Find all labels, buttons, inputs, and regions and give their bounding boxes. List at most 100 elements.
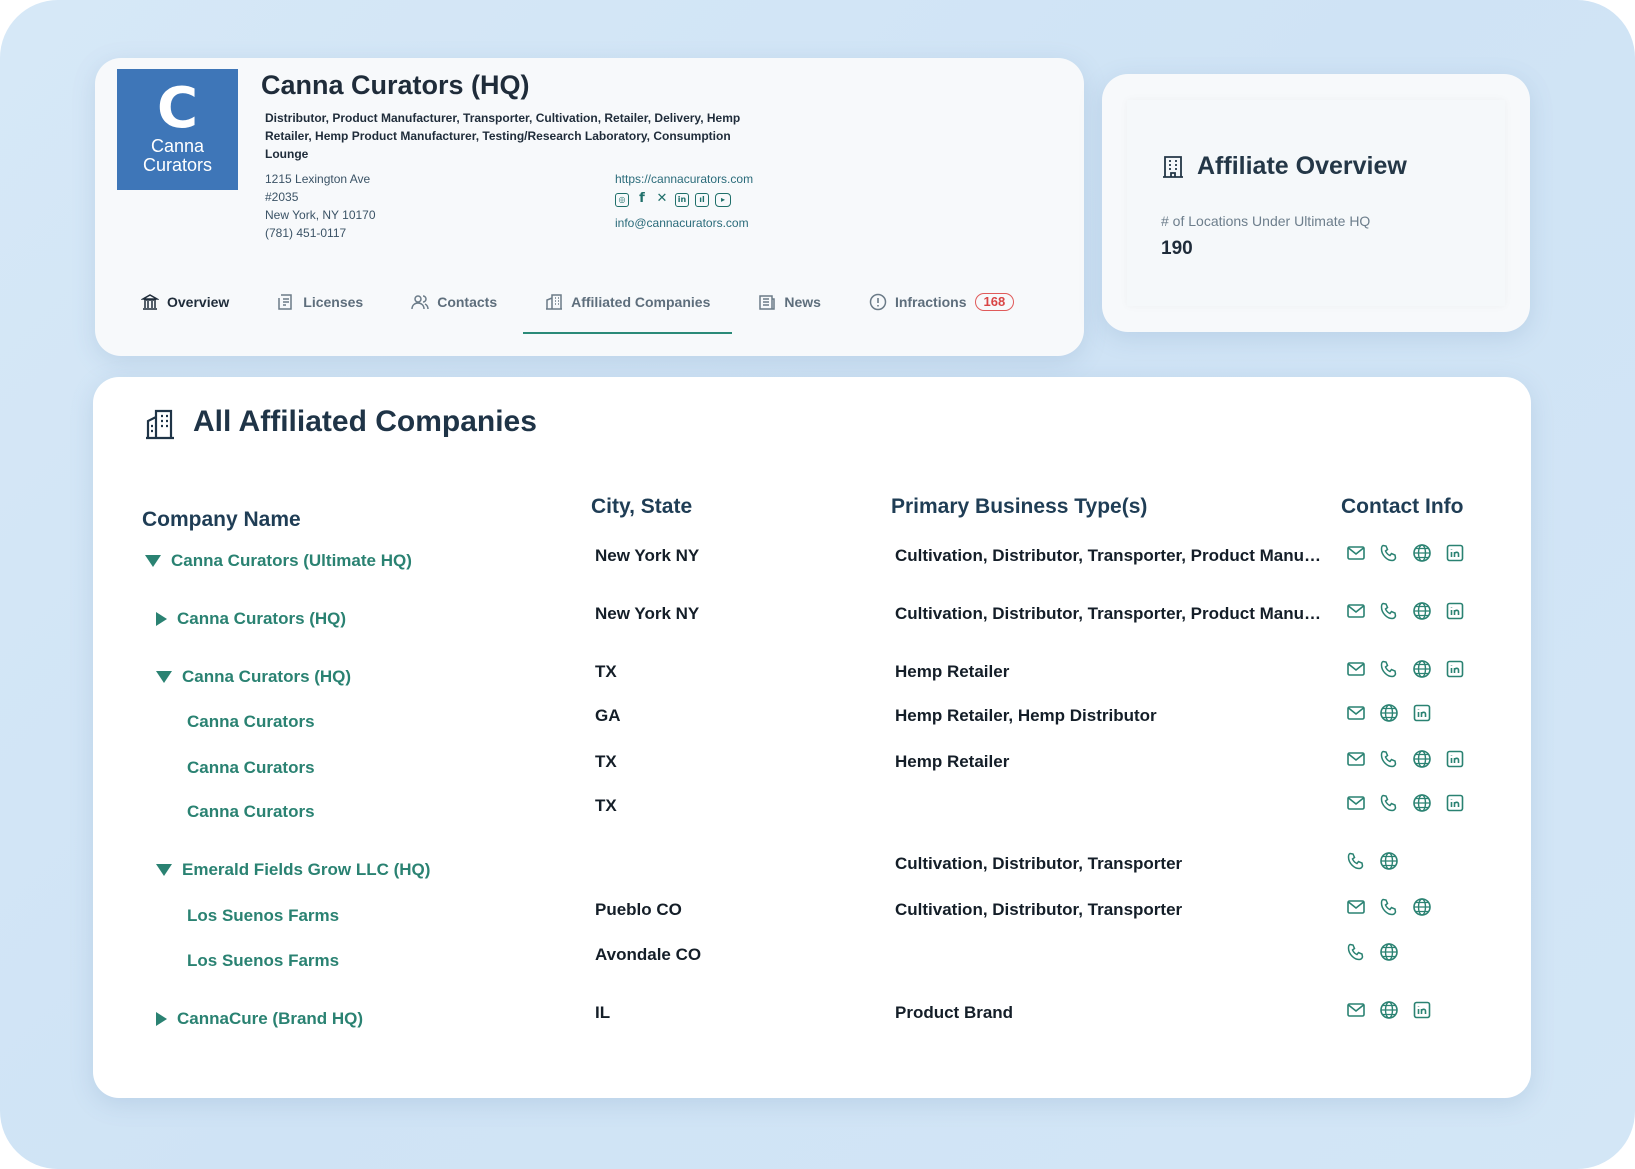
globe-icon[interactable] — [1379, 703, 1399, 723]
linkedin-icon[interactable] — [1412, 703, 1432, 723]
company-name-link[interactable]: Canna Curators — [187, 758, 315, 778]
affiliated-companies-card: All Affiliated Companies Company Name Ci… — [93, 377, 1531, 1098]
linkedin-icon[interactable] — [1445, 793, 1465, 813]
table-row: CannaCure (Brand HQ) IL Product Brand — [93, 1001, 1531, 1039]
mail-icon[interactable] — [1346, 601, 1366, 621]
contact-icons — [1346, 601, 1465, 621]
company-city-state: GA — [595, 706, 621, 725]
mail-icon[interactable] — [1346, 543, 1366, 563]
affiliate-overview-card: Affiliate Overview # of Locations Under … — [1102, 74, 1530, 332]
phone-icon[interactable] — [1379, 897, 1399, 917]
company-name-link[interactable]: Emerald Fields Grow LLC (HQ) — [156, 860, 430, 880]
mail-icon[interactable] — [1346, 793, 1366, 813]
phone-icon[interactable] — [1379, 543, 1399, 563]
mail-icon[interactable] — [1346, 1000, 1366, 1020]
globe-icon[interactable] — [1412, 897, 1432, 917]
table-row: Los Suenos Farms Avondale CO — [93, 943, 1531, 981]
linkedin-icon[interactable]: in — [675, 193, 689, 207]
globe-icon[interactable] — [1412, 793, 1432, 813]
globe-icon[interactable] — [1412, 659, 1432, 679]
building-icon — [546, 294, 563, 310]
contact-icons — [1346, 942, 1399, 962]
company-city-state: TX — [595, 662, 617, 681]
company-name-link[interactable]: Canna Curators — [187, 712, 315, 732]
facebook-icon[interactable]: f — [635, 192, 649, 207]
company-city-state: Avondale CO — [595, 945, 702, 964]
instagram-icon[interactable]: ◎ — [615, 193, 629, 207]
contacts-icon — [411, 295, 429, 310]
x-icon[interactable]: ✕ — [655, 192, 669, 207]
company-business-type: Cultivation, Distributor, Transporter, P… — [895, 546, 1325, 565]
company-business-type: Cultivation, Distributor, Transporter — [895, 854, 1183, 873]
globe-icon[interactable] — [1412, 601, 1432, 621]
company-header-card: C Canna Curators Canna Curators (HQ) Dis… — [95, 58, 1084, 356]
mail-icon[interactable] — [1346, 749, 1366, 769]
collapse-toggle-icon[interactable] — [145, 555, 161, 567]
expand-toggle-icon[interactable] — [156, 1012, 167, 1026]
phone-icon[interactable] — [1346, 851, 1366, 871]
globe-icon[interactable] — [1379, 851, 1399, 871]
linkedin-icon[interactable] — [1445, 659, 1465, 679]
company-business-type: Cultivation, Distributor, Transporter — [895, 900, 1183, 919]
tab-news[interactable]: News — [734, 274, 845, 330]
affiliate-overview-panel: Affiliate Overview # of Locations Under … — [1127, 100, 1505, 306]
collapse-toggle-icon[interactable] — [156, 864, 172, 876]
table-row: Canna Curators TX — [93, 794, 1531, 832]
company-business-type: Cultivation, Distributor, Transporter, P… — [895, 604, 1325, 623]
table-row: Canna Curators GA Hemp Retailer, Hemp Dist… — [93, 704, 1531, 742]
column-header-company[interactable]: Company Name — [142, 508, 301, 532]
phone-icon[interactable] — [1379, 793, 1399, 813]
company-city-state: TX — [595, 796, 617, 815]
column-header-contact[interactable]: Contact Info — [1341, 495, 1463, 519]
company-logo: C Canna Curators — [117, 69, 238, 190]
globe-icon[interactable] — [1412, 749, 1432, 769]
company-name-link[interactable]: Los Suenos Farms — [187, 906, 339, 926]
tab-bar: Overview Licenses Contacts Affiliated Co… — [117, 274, 1084, 336]
linkedin-icon[interactable] — [1445, 543, 1465, 563]
column-header-city[interactable]: City, State — [591, 495, 692, 519]
alert-icon — [869, 293, 887, 311]
linkedin-icon[interactable] — [1445, 601, 1465, 621]
mail-icon[interactable] — [1346, 659, 1366, 679]
company-name-link[interactable]: Canna Curators (HQ) — [156, 609, 346, 629]
company-name-link[interactable]: Canna Curators — [187, 802, 315, 822]
tab-contacts[interactable]: Contacts — [387, 274, 521, 330]
company-name-link[interactable]: Canna Curators (Ultimate HQ) — [145, 551, 412, 571]
tab-overview[interactable]: Overview — [117, 274, 253, 330]
globe-icon[interactable] — [1412, 543, 1432, 563]
company-city-state: IL — [595, 1003, 611, 1022]
phone-icon[interactable] — [1346, 942, 1366, 962]
linkedin-icon[interactable] — [1412, 1000, 1432, 1020]
table-row: Canna Curators (Ultimate HQ) New York NY C… — [93, 544, 1531, 581]
phone-icon[interactable] — [1379, 749, 1399, 769]
phone-icon[interactable] — [1379, 659, 1399, 679]
linkedin-icon[interactable] — [1445, 749, 1465, 769]
company-business-type: Hemp Retailer — [895, 662, 1010, 681]
collapse-toggle-icon[interactable] — [156, 671, 172, 683]
company-name-link[interactable]: Canna Curators (HQ) — [156, 667, 351, 687]
social-icon[interactable]: ıl — [695, 193, 709, 207]
contact-icons — [1346, 749, 1465, 769]
infractions-count-badge: 168 — [974, 293, 1015, 311]
company-business-type: Hemp Retailer — [895, 752, 1010, 771]
tab-licenses[interactable]: Licenses — [253, 274, 387, 330]
locations-count-value: 190 — [1161, 238, 1193, 259]
globe-icon[interactable] — [1379, 1000, 1399, 1020]
mail-icon[interactable] — [1346, 897, 1366, 917]
company-name-link[interactable]: Los Suenos Farms — [187, 951, 339, 971]
table-row: Canna Curators (HQ) New York NY Cultivatio… — [93, 602, 1531, 639]
column-header-business-type[interactable]: Primary Business Type(s) — [891, 495, 1147, 519]
globe-icon[interactable] — [1379, 942, 1399, 962]
mail-icon[interactable] — [1346, 703, 1366, 723]
company-website-link[interactable]: https://cannacurators.com — [615, 171, 753, 187]
company-city-state: New York NY — [595, 604, 700, 623]
company-name-link[interactable]: CannaCure (Brand HQ) — [156, 1009, 363, 1029]
youtube-icon[interactable]: ▸ — [715, 193, 731, 207]
tab-infractions[interactable]: Infractions 168 — [845, 274, 1038, 330]
tab-affiliated-companies[interactable]: Affiliated Companies — [521, 274, 734, 334]
company-city-state: TX — [595, 752, 617, 771]
contact-icons — [1346, 659, 1465, 679]
phone-icon[interactable] — [1379, 601, 1399, 621]
company-email-link[interactable]: info@cannacurators.com — [615, 216, 749, 230]
expand-toggle-icon[interactable] — [156, 612, 167, 626]
